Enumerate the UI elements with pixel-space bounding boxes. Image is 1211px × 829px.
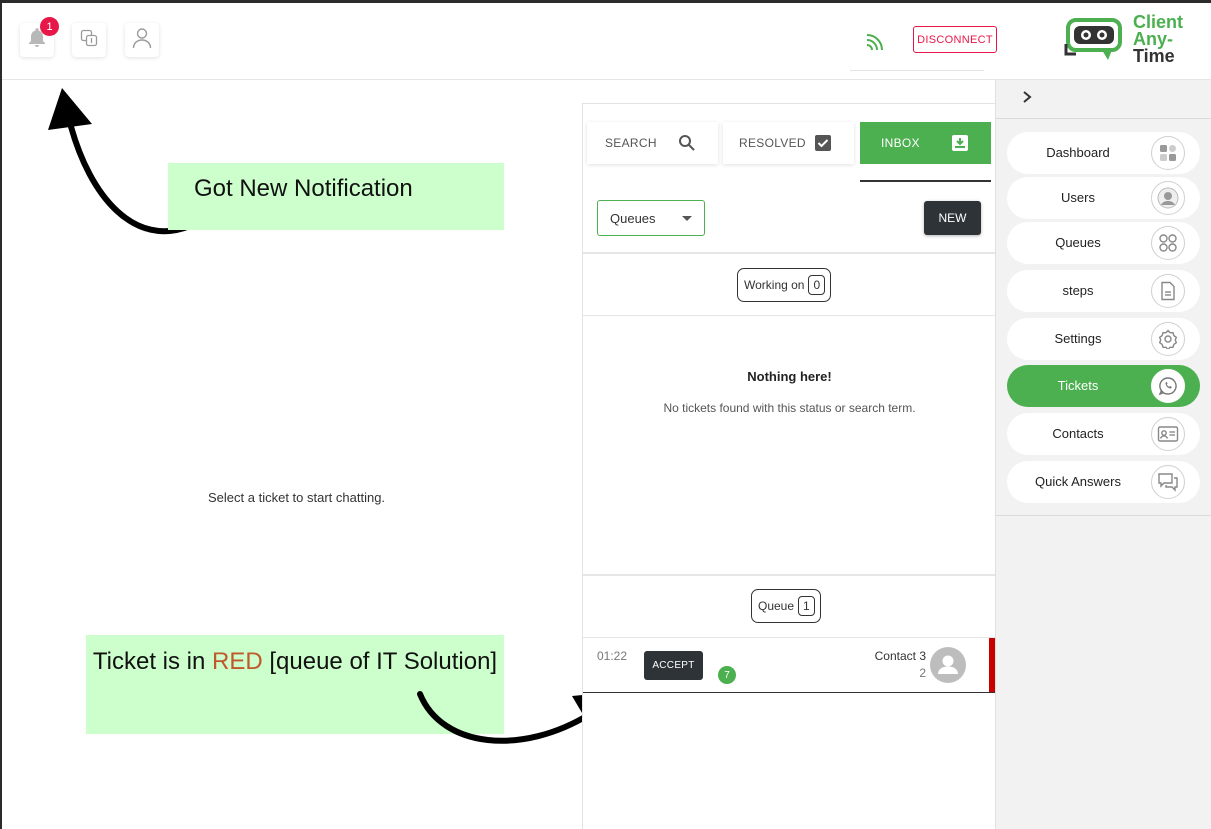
avatar-person-icon xyxy=(938,655,958,674)
new-ticket-button[interactable]: NEW xyxy=(924,201,981,235)
queue-count: 1 xyxy=(798,596,815,616)
contact-number: 2 xyxy=(919,666,926,680)
notification-badge: 1 xyxy=(40,17,59,36)
sidebar-item-dashboard[interactable]: Dashboard xyxy=(1007,132,1200,174)
ticket-time: 01:22 xyxy=(597,649,628,663)
queue-selector-button[interactable] xyxy=(72,23,106,57)
empty-state-subtitle: No tickets found with this status or sea… xyxy=(663,401,916,415)
sidebar-item-users[interactable]: Users xyxy=(1007,177,1200,219)
divider xyxy=(583,252,996,254)
sidebar-item-label: steps xyxy=(1062,283,1094,298)
avatar xyxy=(930,647,966,683)
divider xyxy=(583,574,996,576)
sidebar-item-steps[interactable]: steps xyxy=(1007,270,1200,312)
empty-state-title: Nothing here! xyxy=(747,369,832,384)
disconnect-button[interactable]: DISCONNECT xyxy=(913,26,997,53)
logo-icon xyxy=(1064,18,1122,60)
queue-header[interactable]: Queue 1 xyxy=(751,589,821,623)
ticket-row[interactable]: 01:22 ACCEPT 7 Contact 3 2 xyxy=(583,637,996,693)
queues-icon xyxy=(1151,226,1185,260)
sidebar-item-quick-answers[interactable]: Quick Answers xyxy=(1007,461,1200,503)
sidebar-item-label: Contacts xyxy=(1052,426,1104,441)
tab-inbox[interactable]: INBOX xyxy=(860,122,991,164)
users-icon xyxy=(1151,181,1185,215)
wifi-icon xyxy=(864,31,886,58)
tab-inbox-label: INBOX xyxy=(881,136,920,150)
sidebar-item-contacts[interactable]: Contacts xyxy=(1007,413,1200,455)
divider xyxy=(996,118,1211,119)
queues-select[interactable]: Queues xyxy=(597,200,705,236)
divider xyxy=(583,315,996,316)
client-anytime-logo: Client Any- Time xyxy=(1062,12,1197,66)
sidebar-item-tickets[interactable]: Tickets xyxy=(1007,365,1200,407)
queues-select-label: Queues xyxy=(610,211,656,226)
search-icon xyxy=(678,134,696,155)
top-bar: 1 DISCONNECT Client Any- Time xyxy=(2,3,1211,80)
user-icon xyxy=(132,27,152,54)
tab-search[interactable]: SEARCH xyxy=(587,122,718,164)
chevron-right-icon[interactable] xyxy=(1021,90,1033,109)
window-frame-left xyxy=(0,0,2,829)
sidebar-item-label: Queues xyxy=(1055,235,1101,250)
queue-icon xyxy=(79,28,99,53)
annotation-text-red: RED xyxy=(212,648,263,675)
sidebar-toggle-area xyxy=(996,80,1211,118)
annotation-text-prefix: Ticket is in xyxy=(92,648,213,675)
divider xyxy=(996,515,1211,516)
sidebar-item-queues[interactable]: Queues xyxy=(1007,222,1200,264)
tickets-panel: SEARCH RESOLVED INBOX Queues NEW Working… xyxy=(582,103,996,829)
tickets-icon xyxy=(1151,369,1185,403)
contacts-icon xyxy=(1151,417,1185,451)
working-on-count: 0 xyxy=(808,275,826,295)
sidebar: Dashboard Users Queues steps Settings Ti… xyxy=(995,80,1211,829)
chat-empty-message: Select a ticket to start chatting. xyxy=(208,490,386,505)
sidebar-item-label: Settings xyxy=(1054,331,1102,346)
sidebar-item-settings[interactable]: Settings xyxy=(1007,318,1200,360)
dashboard-icon xyxy=(1151,136,1185,170)
inbox-icon xyxy=(951,134,969,155)
sidebar-item-label: Users xyxy=(1061,190,1095,205)
sidebar-item-label: Tickets xyxy=(1057,378,1099,393)
settings-icon xyxy=(1151,322,1185,356)
sidebar-item-label: Quick Answers xyxy=(1035,474,1121,489)
working-on-label: Working on xyxy=(744,278,805,292)
user-menu-button[interactable] xyxy=(125,23,159,57)
active-tab-indicator xyxy=(860,180,991,182)
contact-name: Contact 3 xyxy=(874,649,926,663)
quick-answers-icon xyxy=(1151,465,1185,499)
annotation-text-suffix: [queue of IT Solution] xyxy=(262,648,498,675)
sidebar-item-label: Dashboard xyxy=(1046,145,1110,160)
tab-search-label: SEARCH xyxy=(605,136,657,150)
checkbox-icon xyxy=(814,134,832,155)
accept-button[interactable]: ACCEPT xyxy=(644,651,703,680)
logo-text: Client Any- Time xyxy=(1133,12,1184,66)
chevron-down-icon xyxy=(682,216,692,221)
queue-label: Queue xyxy=(758,599,795,613)
tab-resolved[interactable]: RESOLVED xyxy=(723,122,854,164)
unread-badge: 7 xyxy=(718,666,736,684)
working-on-header[interactable]: Working on 0 xyxy=(737,268,832,302)
annotation-new-notification: Got New Notification xyxy=(168,163,504,230)
steps-icon xyxy=(1151,274,1185,308)
tab-resolved-label: RESOLVED xyxy=(739,136,806,150)
